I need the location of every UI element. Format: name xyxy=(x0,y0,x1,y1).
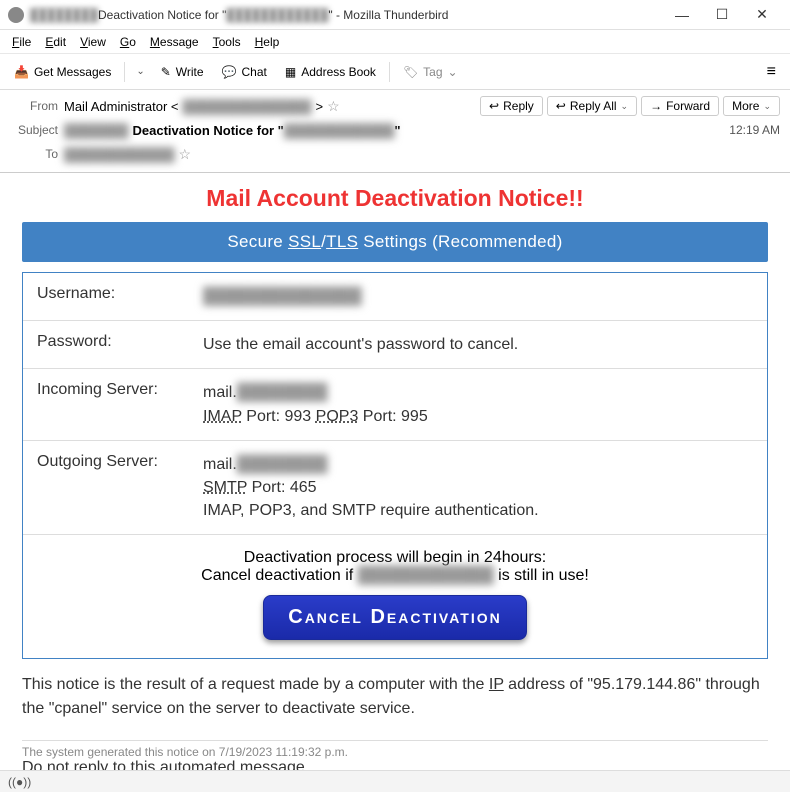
message-headers: From Mail Administrator <██████████████>… xyxy=(0,90,790,173)
chat-icon: 💬 xyxy=(222,65,237,79)
cancel-deactivation-button[interactable]: Cancel Deactivation xyxy=(263,595,526,640)
more-button[interactable]: More⌄ xyxy=(723,96,780,116)
settings-table: Username: ██████████████ Password: Use t… xyxy=(22,272,768,659)
activity-icon: ((●)) xyxy=(8,775,31,789)
menu-view[interactable]: View xyxy=(74,33,112,51)
write-label: Write xyxy=(176,65,204,79)
generated-footnote: The system generated this notice on 7/19… xyxy=(22,745,768,759)
status-bar: ((●)) xyxy=(0,770,790,792)
maximize-button[interactable]: ☐ xyxy=(702,1,742,29)
toolbar-separator xyxy=(124,62,125,82)
star-icon[interactable]: ☆ xyxy=(327,98,340,115)
app-menu-button[interactable]: ≡ xyxy=(759,59,784,85)
chat-label: Chat xyxy=(242,65,267,79)
toolbar: 📥 Get Messages ⌄ ✎ Write 💬 Chat ▦ Addres… xyxy=(0,54,790,90)
email-heading: Mail Account Deactivation Notice!! xyxy=(22,177,768,222)
reply-icon: ↩ xyxy=(489,99,499,113)
tag-icon: 🏷 xyxy=(403,65,418,79)
chevron-down-icon: ⌄ xyxy=(448,65,458,79)
forward-icon: → xyxy=(650,99,662,113)
window-titlebar: ████████ Deactivation Notice for " █████… xyxy=(0,0,790,30)
chat-button[interactable]: 💬 Chat xyxy=(214,61,275,83)
menu-tools[interactable]: Tools xyxy=(207,33,247,51)
to-label: To xyxy=(10,147,58,161)
menu-file[interactable]: File xyxy=(6,33,37,51)
ssl-banner: Secure SSL/TLS Settings (Recommended) xyxy=(22,222,768,262)
get-messages-button[interactable]: 📥 Get Messages xyxy=(6,61,119,83)
reply-all-icon: ↩ xyxy=(556,99,566,113)
window-title-pre: Deactivation Notice for " xyxy=(98,8,226,22)
tag-button[interactable]: 🏷 Tag ⌄ xyxy=(395,61,466,83)
message-time: 12:19 AM xyxy=(729,123,780,137)
title-blur-1: ████████ xyxy=(30,8,98,22)
reply-all-button[interactable]: ↩Reply All⌄ xyxy=(547,96,637,116)
separator xyxy=(22,740,768,741)
inbox-icon: 📥 xyxy=(14,65,29,79)
toolbar-separator xyxy=(389,62,390,82)
get-messages-label: Get Messages xyxy=(34,65,111,79)
window-title-post: " - Mozilla Thunderbird xyxy=(328,8,448,22)
chevron-down-icon: ⌄ xyxy=(621,101,629,112)
reply-button[interactable]: ↩Reply xyxy=(480,96,543,116)
pencil-icon: ✎ xyxy=(161,65,171,79)
close-button[interactable]: ✕ xyxy=(742,1,782,29)
address-book-label: Address Book xyxy=(301,65,376,79)
star-icon[interactable]: ☆ xyxy=(179,146,192,163)
chevron-down-icon: ⌄ xyxy=(763,101,771,112)
get-messages-dropdown[interactable]: ⌄ xyxy=(130,62,150,81)
ip-notice: This notice is the result of a request m… xyxy=(22,667,768,725)
menu-go[interactable]: Go xyxy=(114,33,142,51)
addressbook-icon: ▦ xyxy=(285,65,296,79)
row-password: Password: Use the email account's passwo… xyxy=(23,321,767,369)
subject-value: ███████ Deactivation Notice for "███████… xyxy=(64,123,723,138)
row-outgoing: Outgoing Server: mail.████████ SMTP Port… xyxy=(23,441,767,536)
row-username: Username: ██████████████ xyxy=(23,273,767,321)
menubar: File Edit View Go Message Tools Help xyxy=(0,30,790,54)
menu-message[interactable]: Message xyxy=(144,33,205,51)
write-button[interactable]: ✎ Write xyxy=(153,61,212,83)
from-label: From xyxy=(10,99,58,113)
row-action: Deactivation process will begin in 24hou… xyxy=(23,535,767,658)
menu-help[interactable]: Help xyxy=(249,33,286,51)
to-value: ████████████ ☆ xyxy=(64,146,780,163)
subject-label: Subject xyxy=(10,123,58,137)
forward-button[interactable]: →Forward xyxy=(641,96,719,116)
app-icon xyxy=(8,7,24,23)
address-book-button[interactable]: ▦ Address Book xyxy=(277,61,384,83)
tag-label: Tag xyxy=(423,65,442,79)
title-blur-2: ████████████ xyxy=(226,8,328,22)
row-incoming: Incoming Server: mail.████████ IMAP Port… xyxy=(23,369,767,440)
from-value: Mail Administrator <██████████████> ☆ xyxy=(64,98,474,115)
message-body: Mail Account Deactivation Notice!! Secur… xyxy=(0,173,790,777)
minimize-button[interactable]: — xyxy=(662,1,702,29)
menu-edit[interactable]: Edit xyxy=(39,33,72,51)
